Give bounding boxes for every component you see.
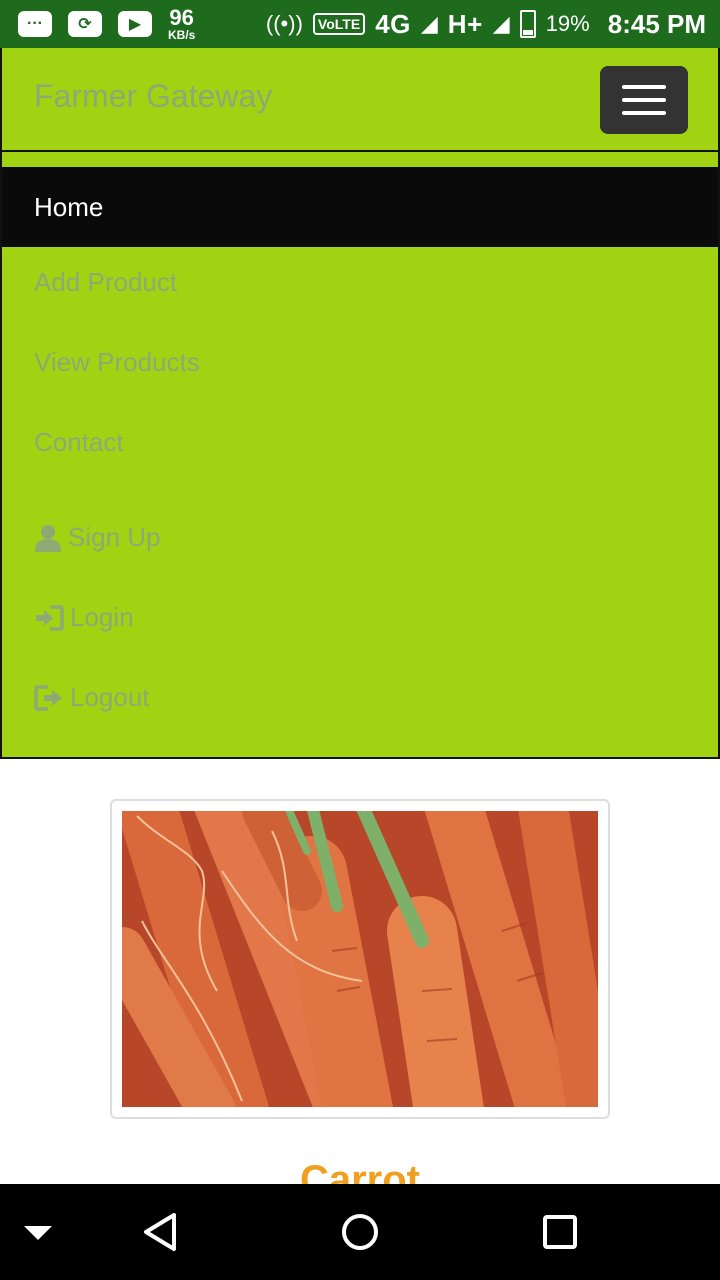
menu-item-label: Login <box>70 602 134 632</box>
user-icon <box>35 524 61 552</box>
home-icon <box>342 1214 378 1250</box>
login-icon <box>36 604 64 631</box>
network-type-2: H+ <box>447 8 483 39</box>
menu-item-label: Sign Up <box>68 522 161 552</box>
menu-item-view-products[interactable]: View Products <box>34 347 200 378</box>
dismiss-button[interactable] <box>12 1184 64 1280</box>
hamburger-bar <box>622 85 666 89</box>
menu-item-label: Add Product <box>34 267 178 297</box>
volte-badge: VoLTE <box>312 13 366 35</box>
product-card[interactable] <box>110 799 610 1119</box>
menu-item-home[interactable]: Home <box>2 167 718 247</box>
menu-item-logout[interactable]: Logout <box>34 682 150 713</box>
system-nav-bar <box>0 1184 720 1280</box>
back-icon <box>144 1213 176 1251</box>
menu-toggle-button[interactable] <box>600 66 688 134</box>
youtube-icon: ▶ <box>118 11 152 37</box>
hamburger-bar <box>622 111 666 115</box>
hamburger-bar <box>622 98 666 102</box>
network-type: 4G <box>375 8 411 39</box>
menu-item-add-product[interactable]: Add Product <box>34 267 177 298</box>
messages-icon: ··· <box>18 11 52 37</box>
menu-item-label: Contact <box>34 427 124 457</box>
hotspot-icon: ((•)) <box>265 11 303 36</box>
menu-item-contact[interactable]: Contact <box>34 427 124 458</box>
caret-down-icon <box>24 1226 52 1240</box>
menu-item-login[interactable]: Login <box>34 602 134 633</box>
signal-2-icon: ◢ <box>492 11 510 36</box>
navbar-divider <box>0 152 720 167</box>
status-bar: ··· ⟳ ▶ 96 KB/s ((•)) VoLTE 4G ◢ H+ ◢ 19… <box>0 0 720 48</box>
recents-icon <box>543 1215 577 1249</box>
menu-item-label: Home <box>34 191 104 222</box>
logout-icon <box>34 684 62 711</box>
speed-value: 96 <box>169 5 194 30</box>
menu-item-label: View Products <box>34 347 200 377</box>
battery-icon <box>519 10 536 38</box>
signal-icon: ◢ <box>420 11 438 36</box>
back-button[interactable] <box>130 1184 190 1280</box>
home-button[interactable] <box>330 1184 390 1280</box>
speed-unit: KB/s <box>168 28 196 42</box>
navbar: Farmer Gateway <box>0 48 720 152</box>
sync-icon: ⟳ <box>68 11 102 37</box>
recents-button[interactable] <box>530 1184 590 1280</box>
menu-item-sign-up[interactable]: Sign Up <box>34 522 161 553</box>
clock: 8:45 PM <box>607 8 706 39</box>
battery-level: 19% <box>545 11 590 36</box>
menu-item-label: Logout <box>70 682 150 712</box>
brand-link[interactable]: Farmer Gateway <box>34 78 272 115</box>
nav-menu: Home Add Product View Products Contact S… <box>0 167 720 759</box>
product-image <box>122 811 598 1107</box>
network-speed: 96 KB/s <box>168 5 196 42</box>
